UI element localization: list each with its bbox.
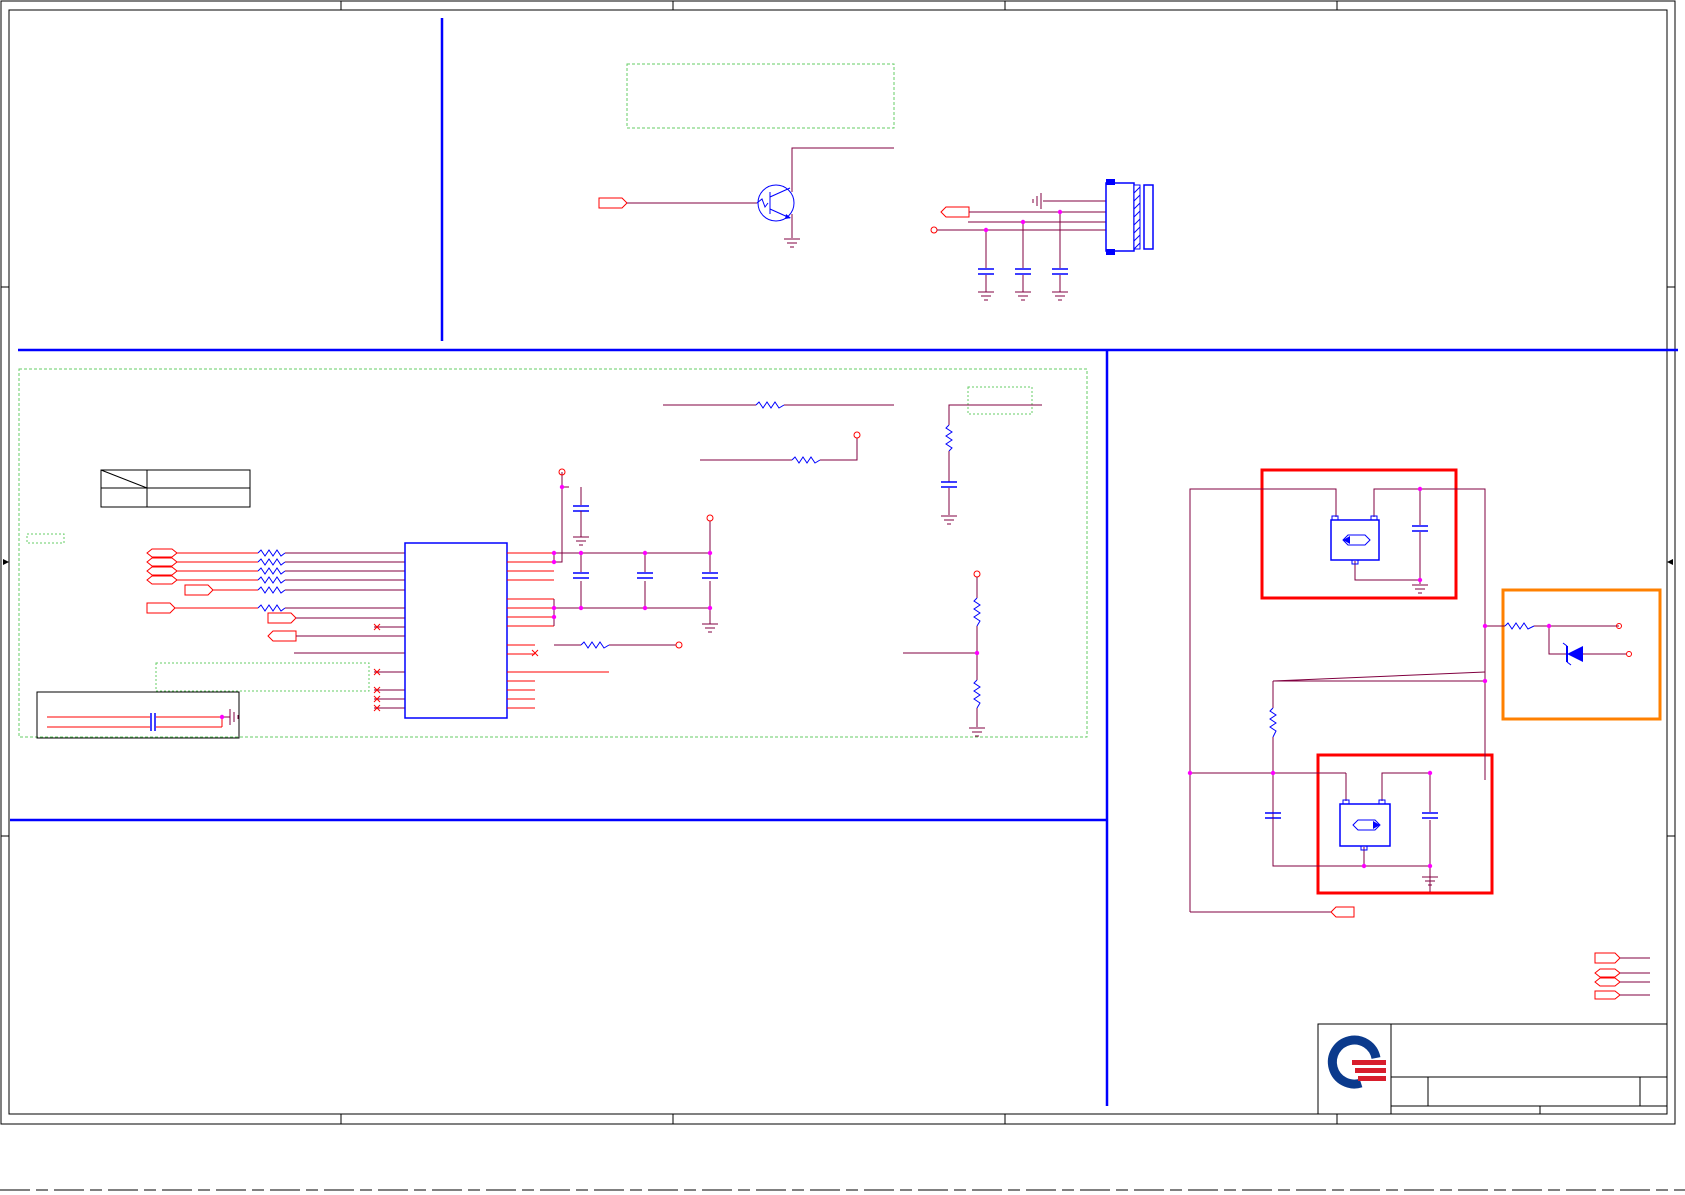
note-box [626, 63, 895, 129]
resistor-icon [257, 549, 286, 612]
capacitor-icon [941, 481, 957, 488]
option-table [100, 469, 251, 508]
offpage-connector-icon [940, 206, 970, 218]
regulator-icon [1339, 799, 1391, 851]
capacitor-icon [978, 268, 1068, 275]
ic-chip [404, 542, 508, 719]
ground-icon [1412, 584, 1438, 886]
ic-circuit [18, 368, 1088, 739]
npn-transistor-icon [756, 184, 795, 222]
resistor-icon [1269, 622, 1535, 738]
highlight-box [1316, 753, 1494, 895]
note-box [967, 386, 1033, 415]
company-logo-icon [1327, 1035, 1386, 1089]
ground-icon [222, 709, 239, 725]
option-box [36, 691, 240, 739]
offpage-connector-icon [1330, 906, 1355, 918]
resistor-icon [580, 641, 610, 649]
resistor-icon [945, 424, 953, 452]
offpage-connector-icon [1594, 952, 1621, 1000]
transistor-circuit [598, 63, 895, 248]
section-dividers [10, 18, 1678, 1106]
schematic-sheet [0, 0, 1685, 1191]
regulator-circuit [1187, 468, 1662, 1000]
note-box [155, 662, 370, 692]
offpage-connector-icon [598, 197, 628, 209]
capacitor-icon [150, 713, 156, 731]
schematic-canvas [0, 0, 1685, 1191]
note-box [26, 533, 65, 544]
connector-icon [1105, 179, 1154, 255]
ground-icon [941, 515, 957, 525]
resistor-icon [755, 401, 821, 464]
regulator-icon [1330, 515, 1380, 565]
offpage-connector-icon [146, 548, 297, 642]
ground-icon [978, 291, 1068, 301]
ground-icon [784, 238, 800, 248]
connector-circuit [930, 179, 1154, 301]
diode-icon [1562, 642, 1583, 666]
ground-icon [969, 727, 985, 737]
ground-icon [1032, 193, 1042, 209]
capacitor-icon [1265, 525, 1438, 819]
